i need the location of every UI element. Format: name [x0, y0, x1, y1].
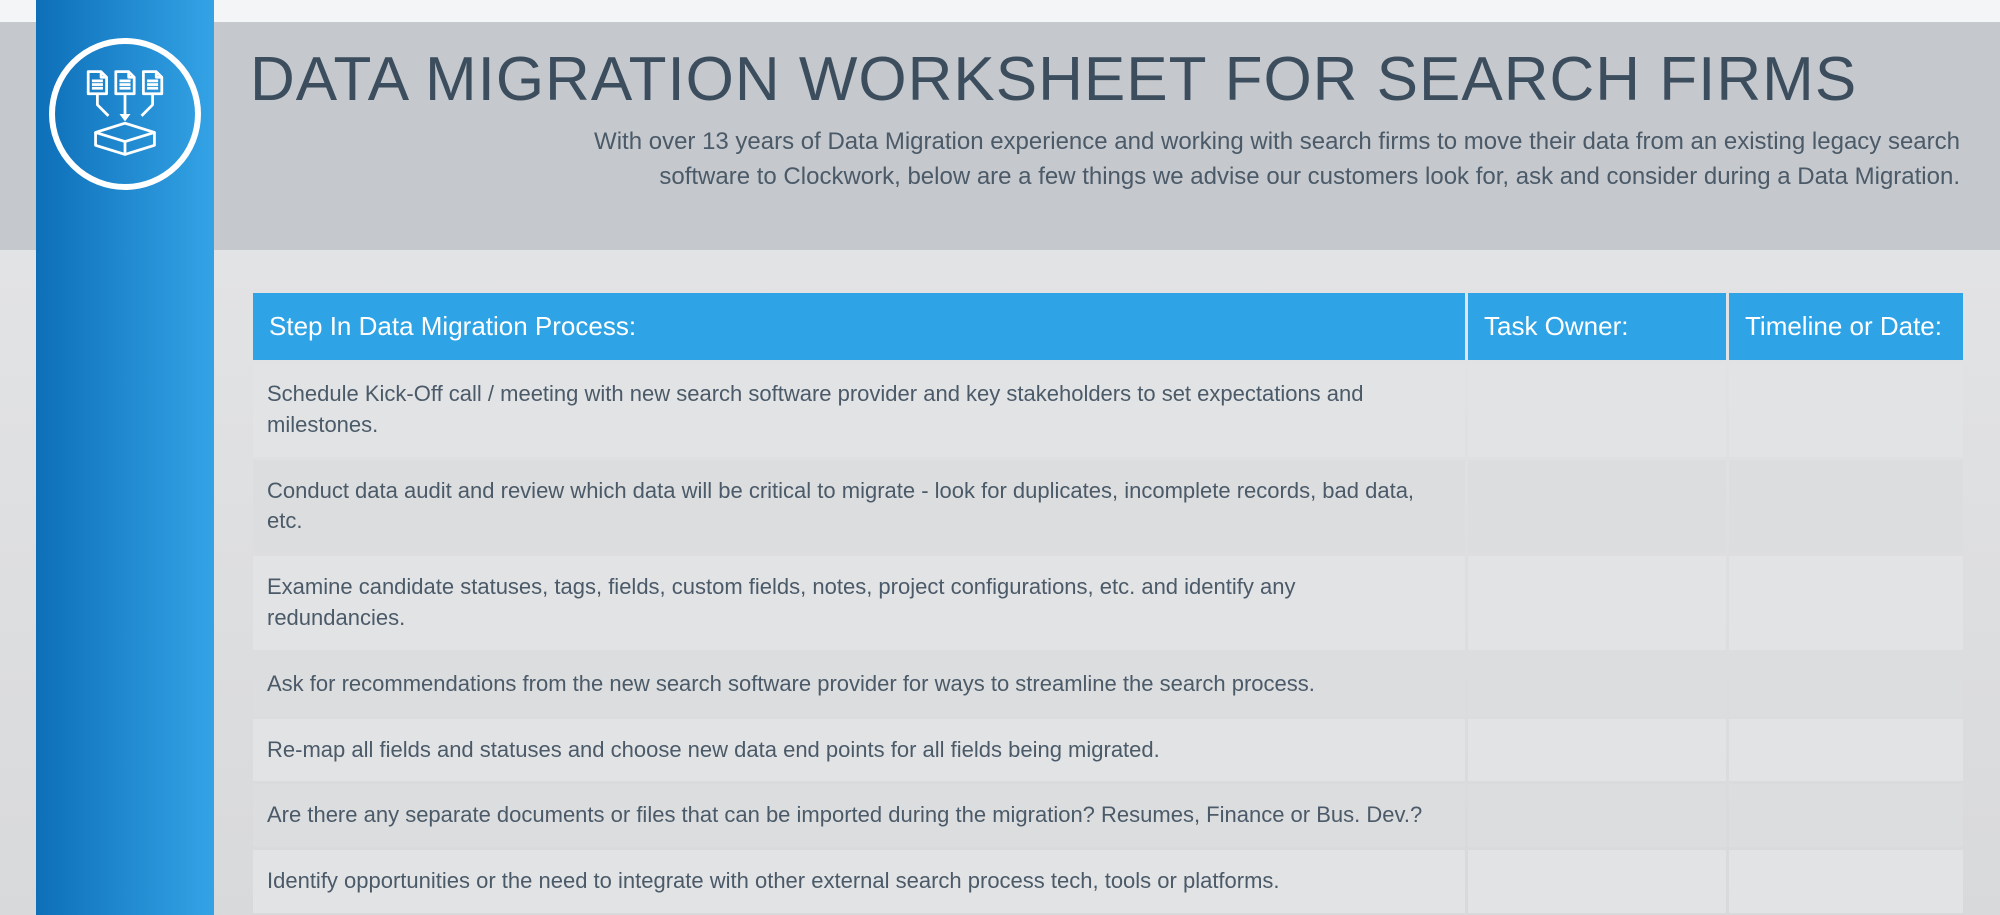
step-text: Re-map all fields and statuses and choos… [267, 735, 1427, 766]
cell-date[interactable] [1729, 719, 1963, 782]
col-header-date: Timeline or Date: [1729, 293, 1963, 360]
table-row: Ask for recommendations from the new sea… [253, 653, 1963, 716]
worksheet-table: Step In Data Migration Process: Task Own… [250, 290, 1966, 915]
data-migration-icon [49, 38, 201, 190]
page-title: DATA MIGRATION WORKSHEET FOR SEARCH FIRM… [250, 44, 1960, 115]
table-row: Identify opportunities or the need to in… [253, 850, 1963, 913]
cell-date[interactable] [1729, 784, 1963, 847]
cell-owner[interactable] [1468, 363, 1726, 457]
cell-step: Identify opportunities or the need to in… [253, 850, 1465, 913]
accent-bar [36, 0, 214, 915]
cell-owner[interactable] [1468, 850, 1726, 913]
cell-step: Examine candidate statuses, tags, fields… [253, 556, 1465, 650]
step-text: Identify opportunities or the need to in… [267, 866, 1427, 897]
cell-step: Ask for recommendations from the new sea… [253, 653, 1465, 716]
page-subtitle: With over 13 years of Data Migration exp… [250, 125, 1960, 195]
table-row: Are there any separate documents or file… [253, 784, 1963, 847]
cell-step: Conduct data audit and review which data… [253, 460, 1465, 554]
page: DATA MIGRATION WORKSHEET FOR SEARCH FIRM… [0, 0, 2000, 915]
top-strip [0, 0, 2000, 22]
step-text: Ask for recommendations from the new sea… [267, 669, 1427, 700]
header-text: DATA MIGRATION WORKSHEET FOR SEARCH FIRM… [250, 44, 1960, 195]
cell-date[interactable] [1729, 850, 1963, 913]
cell-step: Schedule Kick-Off call / meeting with ne… [253, 363, 1465, 457]
worksheet-table-wrap: Step In Data Migration Process: Task Own… [250, 290, 1960, 915]
table-row: Schedule Kick-Off call / meeting with ne… [253, 363, 1963, 457]
cell-date[interactable] [1729, 556, 1963, 650]
cell-owner[interactable] [1468, 719, 1726, 782]
cell-owner[interactable] [1468, 653, 1726, 716]
table-body: Schedule Kick-Off call / meeting with ne… [253, 363, 1963, 913]
table-row: Conduct data audit and review which data… [253, 460, 1963, 554]
col-header-owner: Task Owner: [1468, 293, 1726, 360]
cell-date[interactable] [1729, 460, 1963, 554]
table-row: Examine candidate statuses, tags, fields… [253, 556, 1963, 650]
cell-owner[interactable] [1468, 556, 1726, 650]
step-text: Are there any separate documents or file… [267, 800, 1427, 831]
cell-date[interactable] [1729, 653, 1963, 716]
cell-owner[interactable] [1468, 784, 1726, 847]
col-header-step: Step In Data Migration Process: [253, 293, 1465, 360]
step-text: Conduct data audit and review which data… [267, 476, 1427, 538]
table-header-row: Step In Data Migration Process: Task Own… [253, 293, 1963, 360]
step-text: Schedule Kick-Off call / meeting with ne… [267, 379, 1427, 441]
table-row: Re-map all fields and statuses and choos… [253, 719, 1963, 782]
cell-step: Are there any separate documents or file… [253, 784, 1465, 847]
cell-owner[interactable] [1468, 460, 1726, 554]
cell-step: Re-map all fields and statuses and choos… [253, 719, 1465, 782]
cell-date[interactable] [1729, 363, 1963, 457]
step-text: Examine candidate statuses, tags, fields… [267, 572, 1427, 634]
documents-to-box-icon [79, 68, 171, 160]
